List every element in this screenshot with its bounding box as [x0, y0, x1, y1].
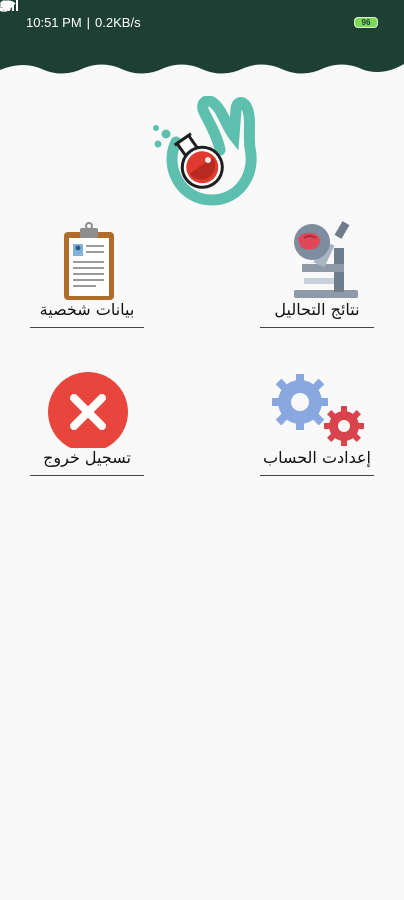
account-settings-label: إعدادت الحساب: [254, 448, 380, 476]
status-time: 10:51 PM: [26, 14, 82, 30]
test-results-label: نتائج التحاليل: [254, 300, 380, 328]
account-settings-button[interactable]: إعدادت الحساب: [254, 368, 380, 478]
app-header: 10:51 PM | 0.2KB/s 96: [0, 0, 404, 80]
status-network-speed: 0.2KB/s: [95, 14, 141, 30]
logout-button[interactable]: تسجيل خروج: [24, 368, 150, 478]
status-divider: |: [86, 14, 91, 30]
close-icon: [48, 372, 128, 448]
logout-label: تسجيل خروج: [24, 448, 150, 476]
test-results-button[interactable]: نتائج التحاليل: [254, 220, 380, 330]
charging-icon: [0, 0, 7, 12]
microscope-icon: [294, 221, 358, 298]
status-bar: 10:51 PM | 0.2KB/s 96: [0, 0, 404, 44]
clipboard-icon: [64, 222, 114, 300]
gears-icon: [272, 374, 364, 446]
personal-data-label: بيانات شخصية: [24, 300, 150, 328]
personal-data-button[interactable]: بيانات شخصية: [24, 220, 150, 330]
battery-icon: 96: [354, 16, 378, 28]
lab-flask-hand-logo: [153, 96, 257, 206]
